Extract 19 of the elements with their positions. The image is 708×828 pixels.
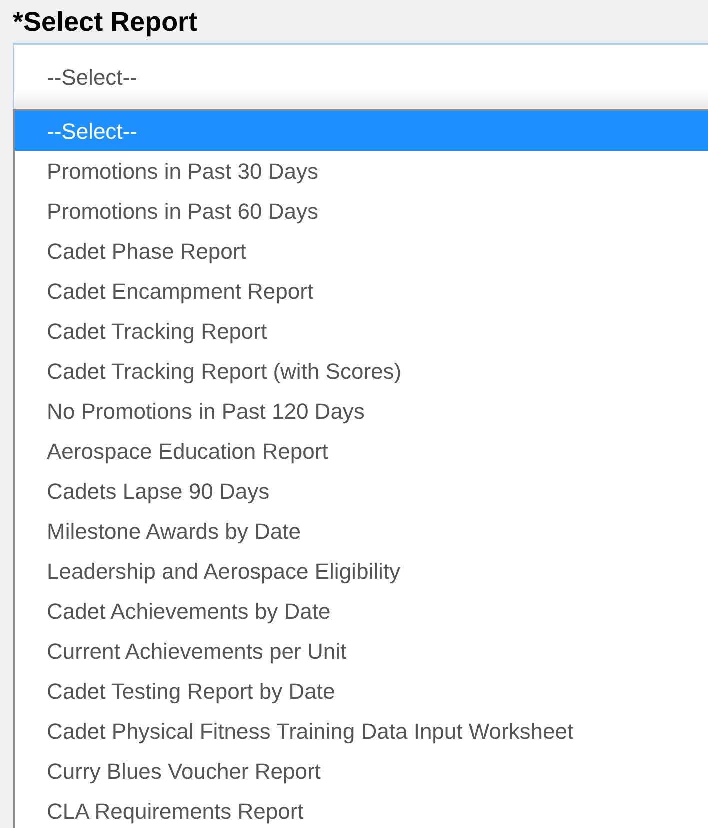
dropdown-option[interactable]: Current Achievements per Unit: [15, 631, 708, 671]
field-label: *Select Report: [13, 6, 199, 39]
dropdown-option[interactable]: Curry Blues Voucher Report: [15, 751, 708, 791]
dropdown-option[interactable]: Aerospace Education Report: [15, 431, 708, 471]
dropdown-option[interactable]: Cadet Phase Report: [15, 231, 708, 271]
dropdown-option[interactable]: Cadets Lapse 90 Days: [15, 471, 708, 511]
dropdown-option[interactable]: Leadership and Aerospace Eligibility: [15, 551, 708, 591]
dropdown-option[interactable]: Promotions in Past 60 Days: [15, 191, 708, 231]
dropdown-option[interactable]: Cadet Physical Fitness Training Data Input Worksheet: [15, 711, 708, 751]
dropdown-option[interactable]: CLA Requirements Report: [15, 791, 708, 828]
dropdown-option[interactable]: No Promotions in Past 120 Days: [15, 391, 708, 431]
dropdown-option[interactable]: Cadet Achievements by Date: [15, 591, 708, 631]
select-field[interactable]: --Select--: [13, 43, 708, 109]
dropdown-option[interactable]: Cadet Tracking Report (with Scores): [15, 351, 708, 391]
dropdown-option[interactable]: Cadet Tracking Report: [15, 311, 708, 351]
dropdown-option[interactable]: Cadet Testing Report by Date: [15, 671, 708, 711]
dropdown-option[interactable]: Cadet Encampment Report: [15, 271, 708, 311]
dropdown-option[interactable]: Milestone Awards by Date: [15, 511, 708, 551]
dropdown-option[interactable]: Promotions in Past 30 Days: [15, 151, 708, 191]
